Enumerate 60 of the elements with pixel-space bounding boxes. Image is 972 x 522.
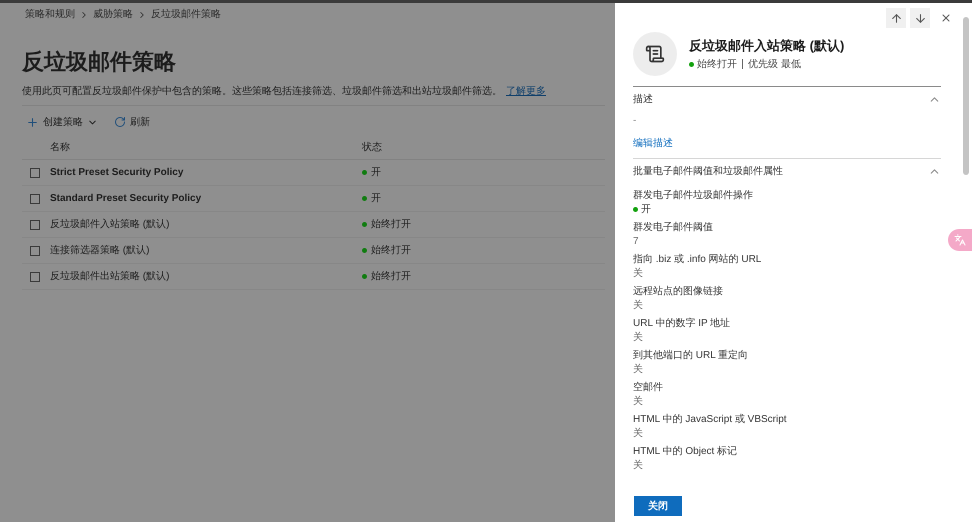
field-label: HTML 中的 Object 标记 [633, 445, 738, 458]
field-value: 关 [633, 395, 643, 408]
learn-more-link[interactable]: 了解更多 [506, 86, 546, 97]
field-value: 关 [633, 427, 643, 440]
field-value: 关 [633, 299, 643, 312]
column-header[interactable]: 状态 [362, 140, 382, 155]
row-checkbox[interactable] [30, 246, 40, 256]
policy-name[interactable]: 连接筛选器策略 (默认) [50, 243, 362, 258]
previous-button[interactable] [886, 8, 906, 28]
priority-text: 优先级 最低 [748, 58, 801, 72]
status-text: 开 [371, 166, 381, 180]
page-description: 使用此页可配置反垃圾邮件保护中包含的策略。这些策略包括连接筛选、垃圾邮件筛选和出站垃圾邮件筛选。 [22, 86, 502, 97]
column-header[interactable]: 名称 [50, 140, 362, 155]
refresh-button[interactable]: 刷新 [114, 114, 150, 130]
field-value: 关 [633, 363, 643, 376]
status-text: 始终打开 [371, 218, 411, 232]
page-title: 反垃圾邮件策略 [22, 48, 177, 76]
section-header[interactable]: 批量电子邮件阈值和垃圾邮件属性 [633, 159, 941, 183]
scrollbar[interactable] [963, 17, 969, 175]
field-value: 关 [633, 267, 643, 280]
policy-name[interactable]: Standard Preset Security Policy [50, 191, 362, 206]
panel-title: 反垃圾邮件入站策略 (默认) [689, 37, 844, 56]
field-label: 空邮件 [633, 381, 664, 394]
field-value: 7 [633, 235, 639, 248]
row-checkbox[interactable] [30, 194, 40, 204]
arrow-up-icon [890, 12, 902, 24]
field-label: 群发电子邮件垃圾邮件操作 [633, 189, 754, 202]
row-checkbox[interactable] [30, 168, 40, 178]
field-value: 关 [633, 331, 643, 344]
refresh-icon [114, 116, 126, 128]
field-label: HTML 中的 JavaScript 或 VBScript [633, 413, 788, 426]
breadcrumb-link[interactable]: 威胁策略 [93, 7, 133, 22]
x-glyph-icon [940, 12, 952, 24]
row-checkbox[interactable] [30, 272, 40, 282]
status-text: 开 [371, 192, 381, 206]
field-label: URL 中的数字 IP 地址 [633, 317, 732, 330]
field-label: 远程站点的图像链接 [633, 285, 724, 298]
field-label: 指向 .biz 或 .info 网站的 URL [633, 253, 762, 266]
breadcrumb-link[interactable]: 策略和规则 [25, 7, 75, 22]
description-value: - [633, 114, 638, 128]
field-value: 开 [641, 203, 651, 216]
status-text: 始终打开 [371, 244, 411, 258]
arrow-down-icon [914, 12, 926, 24]
section-header[interactable]: 描述 [633, 87, 941, 111]
create-policy-button[interactable]: 创建策略 [22, 114, 102, 130]
edit-description-link[interactable]: 编辑描述 [633, 138, 673, 149]
policy-name[interactable]: 反垃圾邮件出站策略 (默认) [50, 269, 362, 284]
status-text: 始终打开 [697, 58, 737, 72]
status-text: 始终打开 [371, 270, 411, 284]
field-value: 关 [633, 459, 643, 472]
close-button[interactable]: 关闭 [634, 496, 682, 516]
field-label: 群发电子邮件阈值 [633, 221, 714, 234]
breadcrumb-link[interactable]: 反垃圾邮件策略 [151, 7, 221, 22]
row-checkbox[interactable] [30, 220, 40, 230]
next-button[interactable] [910, 8, 930, 28]
policy-name[interactable]: 反垃圾邮件入站策略 (默认) [50, 217, 362, 232]
scroll-icon [645, 44, 665, 64]
policy-name[interactable]: Strict Preset Security Policy [50, 165, 362, 180]
field-label: 到其他端口的 URL 重定向 [633, 349, 750, 362]
plus-icon [26, 116, 39, 128]
